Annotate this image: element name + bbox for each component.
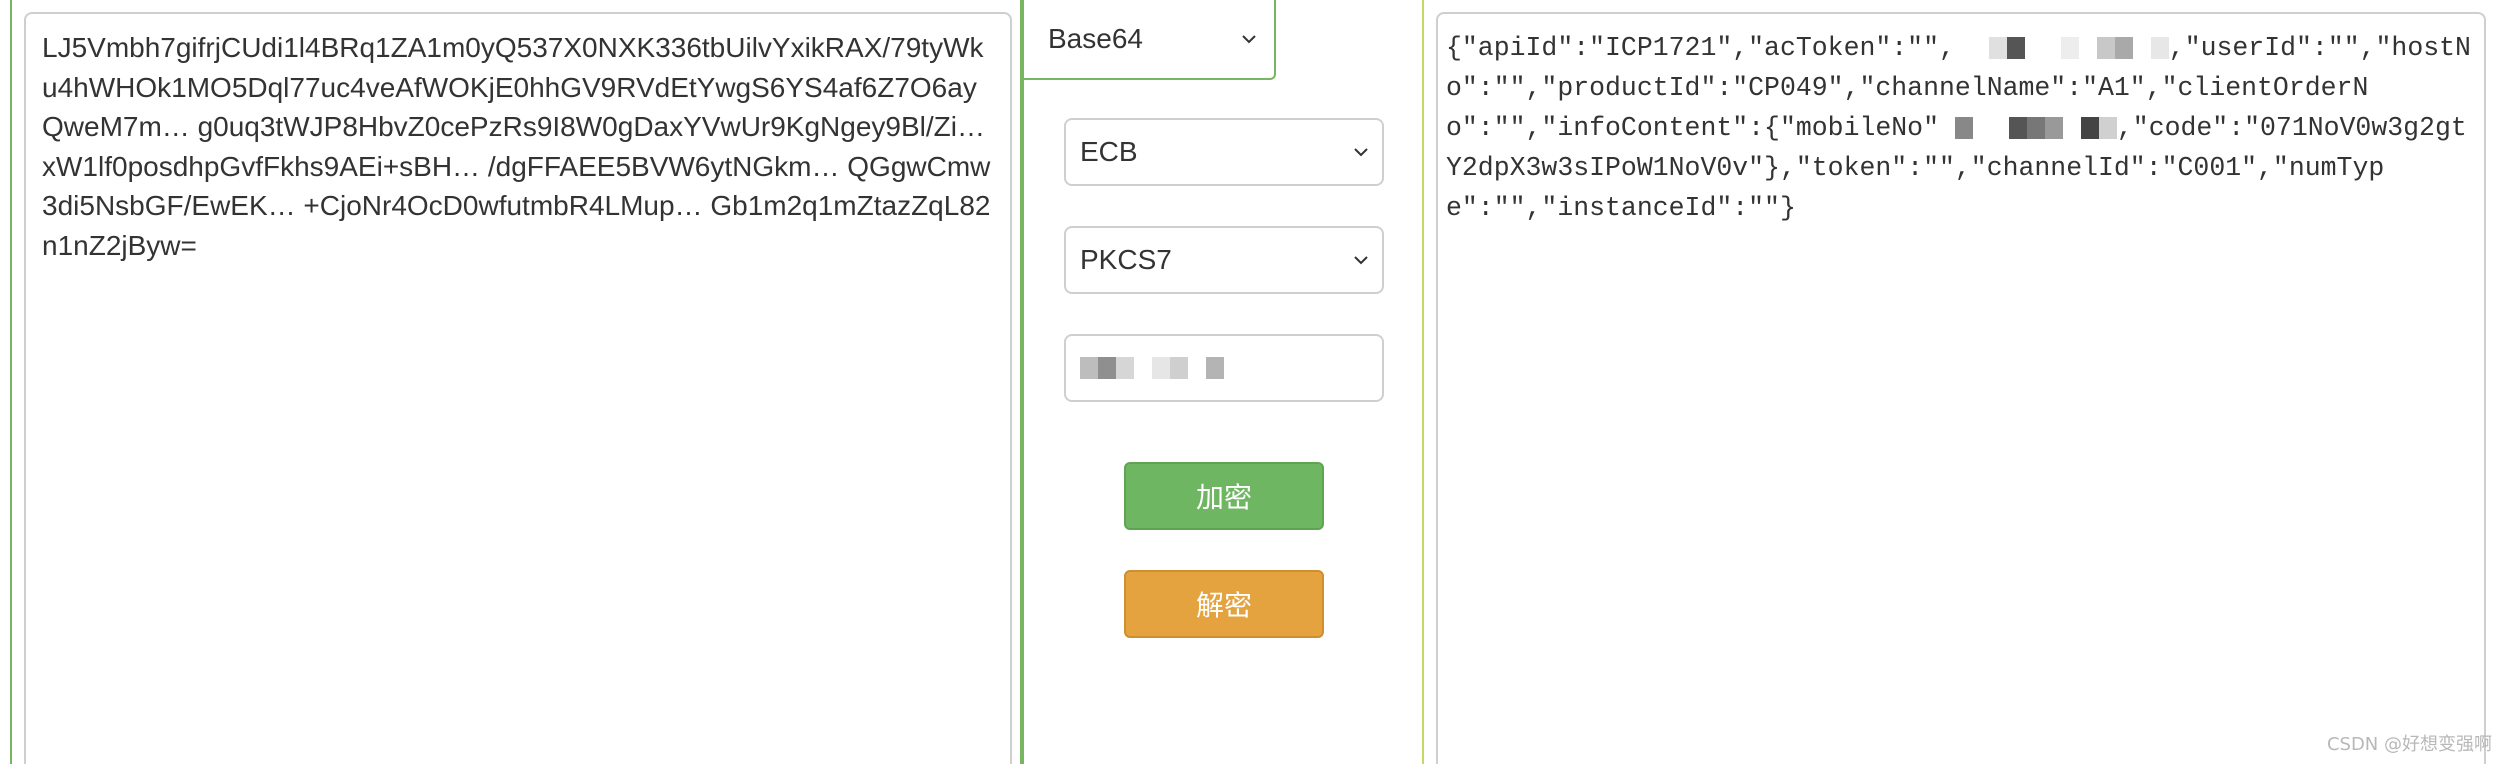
chevron-down-icon xyxy=(1240,30,1258,48)
redacted-mobile xyxy=(1954,117,2117,139)
input-text: LJ5Vmbh7gifrjCUdi1l4BRq1ZA1m0yQ537X0NXK3… xyxy=(42,32,991,261)
output-panel: {"apiId":"ICP1721","acToken":"", ,"userI… xyxy=(1422,0,2502,764)
key-input[interactable] xyxy=(1064,334,1384,402)
decrypt-button[interactable]: 解密 xyxy=(1124,570,1324,638)
crypto-tool: LJ5Vmbh7gifrjCUdi1l4BRq1ZA1m0yQ537X0NXK3… xyxy=(0,0,2502,764)
mode-value: ECB xyxy=(1080,136,1138,167)
input-panel: LJ5Vmbh7gifrjCUdi1l4BRq1ZA1m0yQ537X0NXK3… xyxy=(10,0,1022,764)
input-textarea[interactable]: LJ5Vmbh7gifrjCUdi1l4BRq1ZA1m0yQ537X0NXK3… xyxy=(24,12,1012,764)
padding-value: PKCS7 xyxy=(1080,244,1172,275)
controls-panel: Base64 ECB PKCS7 加密 解密 xyxy=(1022,0,1424,764)
output-textarea[interactable]: {"apiId":"ICP1721","acToken":"", ,"userI… xyxy=(1436,12,2486,764)
redacted-key xyxy=(1080,357,1224,379)
encoding-select[interactable]: Base64 xyxy=(1022,0,1276,80)
redacted-token xyxy=(1970,37,2169,59)
watermark: CSDN @好想变强啊 xyxy=(2326,734,2492,755)
padding-select[interactable]: PKCS7 xyxy=(1064,226,1384,294)
mode-select[interactable]: ECB xyxy=(1064,118,1384,186)
encoding-value: Base64 xyxy=(1048,23,1143,54)
output-text-part1: {"apiId":"ICP1721","acToken":"", xyxy=(1446,33,1955,63)
encrypt-button[interactable]: 加密 xyxy=(1124,462,1324,530)
chevron-down-icon xyxy=(1352,251,1370,269)
chevron-down-icon xyxy=(1352,143,1370,161)
